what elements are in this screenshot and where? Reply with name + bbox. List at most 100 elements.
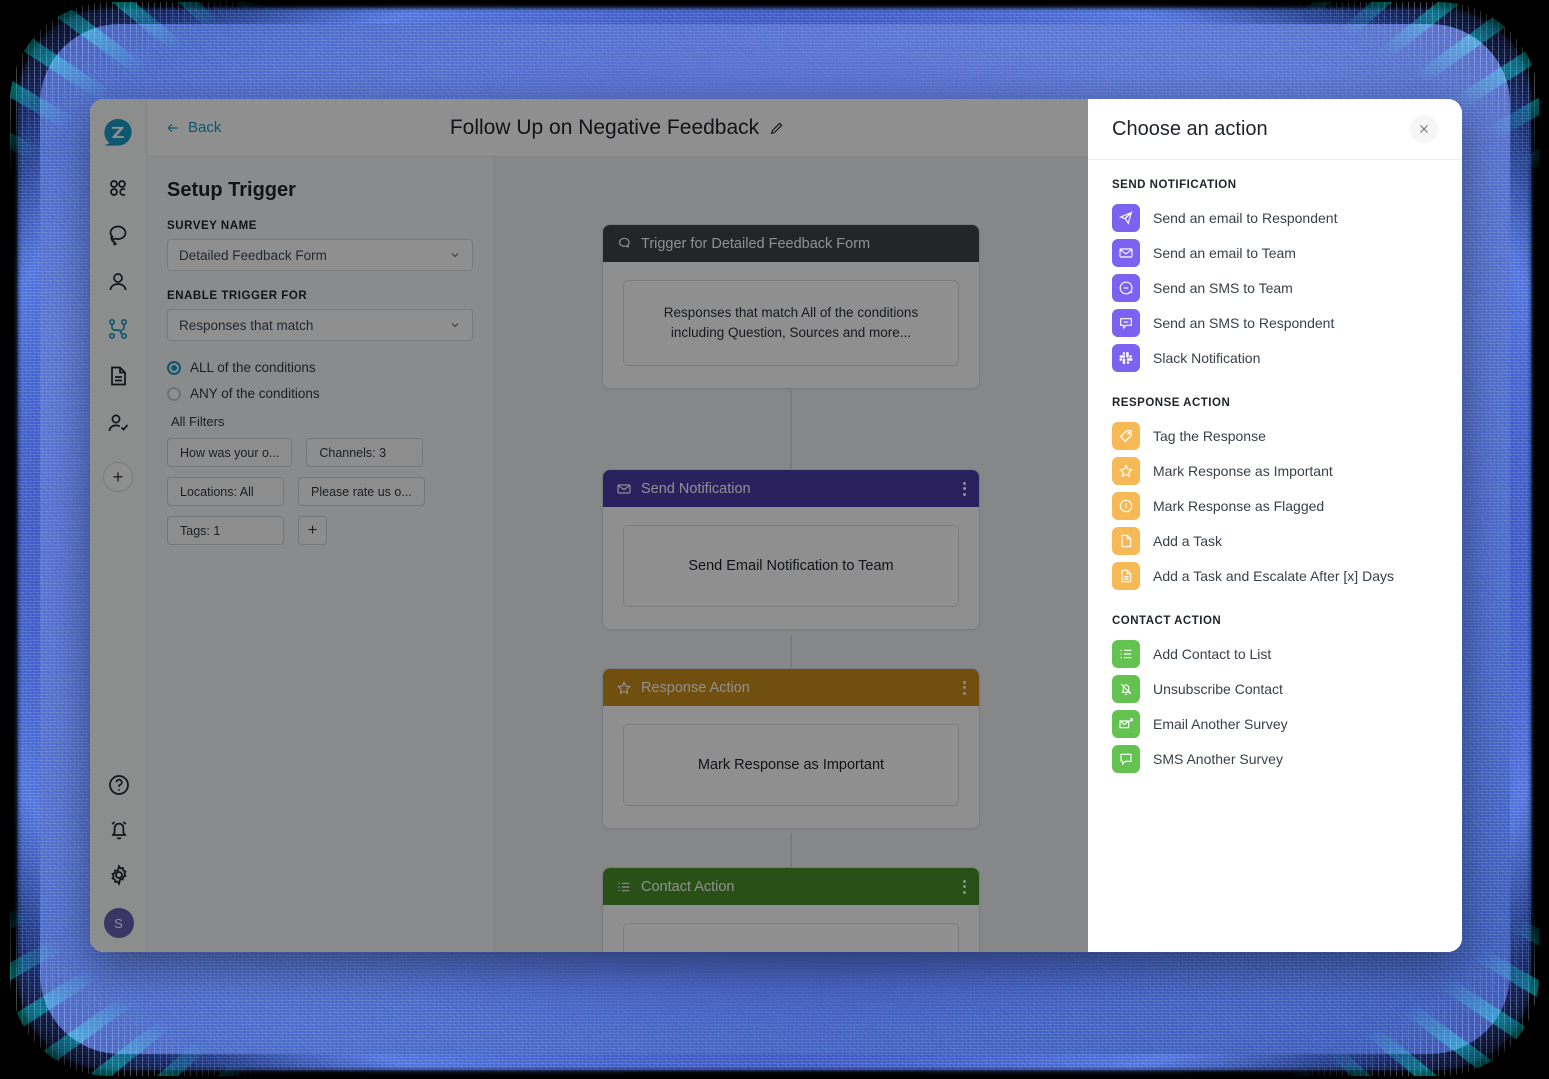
filter-chip[interactable]: Tags: 1 [167, 516, 284, 545]
star-icon [1112, 456, 1140, 485]
connector-line [790, 390, 792, 472]
trigger-node-description[interactable]: Responses that match All of the conditio… [623, 280, 959, 366]
action-item-sms-another-survey[interactable]: SMS Another Survey [1112, 741, 1438, 776]
body-row: Setup Trigger SURVEY NAME Detailed Feedb… [147, 157, 1088, 952]
enable-trigger-value: Responses that match [179, 317, 314, 333]
trigger-node-title: Trigger for Detailed Feedback Form [641, 235, 871, 252]
sidebar-item-user-check[interactable] [106, 411, 130, 435]
sidebar-item-apps-grid[interactable] [106, 176, 130, 200]
survey-name-select[interactable]: Detailed Feedback Form [167, 239, 473, 271]
paper-plane-icon [1112, 203, 1140, 232]
response-action-node[interactable]: Response Action Mark Response as Importa… [602, 668, 980, 829]
response-action-node-value[interactable]: Mark Response as Important [623, 724, 959, 806]
workflow-canvas[interactable]: Trigger for Detailed Feedback Form Respo… [494, 157, 1088, 952]
arrow-left-icon [167, 123, 178, 132]
action-item-add-a-task[interactable]: Add a Task [1112, 523, 1438, 558]
action-label: Send an SMS to Respondent [1153, 314, 1335, 331]
filter-chip[interactable]: How was your o... [167, 438, 293, 467]
node-menu-kebab-icon[interactable] [963, 481, 966, 496]
filter-chip[interactable]: Locations: All [167, 477, 284, 506]
action-label: Send an email to Team [1153, 244, 1296, 261]
radio-all-label: ALL of the conditions [190, 360, 316, 375]
contact-action-node[interactable]: Contact Action Add Contact to List [602, 867, 980, 952]
contact-action-node-title: Contact Action [641, 878, 735, 895]
zonka-logo-icon[interactable] [103, 118, 133, 148]
main-region: Back Follow Up on Negative Feedback Setu… [90, 99, 1088, 952]
list-icon [1112, 639, 1140, 668]
pencil-icon[interactable] [769, 120, 785, 136]
all-filters-label: All Filters [171, 414, 225, 429]
response-action-node-body: Mark Response as Important [603, 706, 979, 828]
action-item-slack-notification[interactable]: Slack Notification [1112, 340, 1438, 375]
send-notification-node-value[interactable]: Send Email Notification to Team [623, 525, 959, 607]
filter-chip[interactable]: Please rate us o... [298, 477, 425, 506]
response-action-node-title: Response Action [641, 679, 750, 696]
contact-action-node-value[interactable]: Add Contact to List [623, 923, 959, 952]
action-item-mark-response-flagged[interactable]: Mark Response as Flagged [1112, 488, 1438, 523]
action-item-email-another-survey[interactable]: Email Another Survey [1112, 706, 1438, 741]
action-label: Unsubscribe Contact [1153, 680, 1283, 697]
app-window: + S Back Follow Up on Negative Feedback … [90, 99, 1462, 952]
action-label: Send an email to Respondent [1153, 209, 1338, 226]
add-filter-button[interactable]: + [298, 516, 327, 545]
action-item-mark-response-important[interactable]: Mark Response as Important [1112, 453, 1438, 488]
rail-nav-items [106, 176, 130, 435]
node-menu-kebab-icon[interactable] [963, 680, 966, 695]
rail-bottom-items: S [90, 773, 147, 938]
group-title: SEND NOTIFICATION [1112, 179, 1237, 191]
notifications-bell-icon[interactable] [107, 818, 131, 842]
filter-chip[interactable]: Channels: 3 [306, 438, 424, 467]
help-question-icon[interactable] [107, 773, 131, 797]
action-item-send-email-respondent[interactable]: Send an email to Respondent [1112, 200, 1438, 235]
chevron-down-icon [451, 323, 459, 328]
settings-gear-icon[interactable] [107, 863, 131, 887]
send-notification-node-body: Send Email Notification to Team [603, 507, 979, 629]
sidebar-item-reports-document[interactable] [106, 364, 130, 388]
trigger-node[interactable]: Trigger for Detailed Feedback Form Respo… [602, 224, 980, 389]
action-item-send-sms-team[interactable]: Send an SMS to Team [1112, 270, 1438, 305]
contact-action-node-header: Contact Action [603, 868, 979, 905]
close-icon[interactable] [1410, 115, 1438, 143]
group-title: RESPONSE ACTION [1112, 397, 1231, 409]
sidebar-item-contacts[interactable] [106, 270, 130, 294]
screenshot-root: + S Back Follow Up on Negative Feedback … [0, 0, 1549, 1079]
setup-trigger-panel: Setup Trigger SURVEY NAME Detailed Feedb… [147, 157, 494, 952]
action-label: Email Another Survey [1153, 715, 1288, 732]
action-label: SMS Another Survey [1153, 750, 1283, 767]
tag-icon [1112, 421, 1140, 450]
bell-off-icon [1112, 674, 1140, 703]
send-notification-node-header: Send Notification [603, 470, 979, 507]
action-item-tag-the-response[interactable]: Tag the Response [1112, 418, 1438, 453]
enable-trigger-label: ENABLE TRIGGER FOR [167, 290, 308, 302]
chat-bubble-icon [1112, 744, 1140, 773]
back-label: Back [188, 119, 222, 136]
action-item-add-contact-to-list[interactable]: Add Contact to List [1112, 636, 1438, 671]
action-group-response-action: RESPONSE ACTION Tag the Response Mark Re… [1112, 397, 1438, 593]
document-lines-icon [1112, 561, 1140, 590]
add-new-button[interactable]: + [103, 462, 133, 492]
envelope-icon [1112, 238, 1140, 267]
envelope-arrow-icon [1112, 709, 1140, 738]
enable-trigger-select[interactable]: Responses that match [167, 309, 473, 341]
sidebar-item-feedback-chat[interactable] [106, 223, 130, 247]
trigger-node-body: Responses that match All of the conditio… [603, 262, 979, 388]
drawer-body: SEND NOTIFICATION Send an email to Respo… [1088, 160, 1462, 796]
sidebar-item-workflow[interactable] [106, 317, 130, 341]
radio-any-conditions[interactable]: ANY of the conditions [167, 386, 473, 401]
chevron-down-icon [451, 253, 459, 258]
node-menu-kebab-icon[interactable] [963, 879, 966, 894]
slack-icon [1112, 343, 1140, 372]
document-icon [1112, 526, 1140, 555]
action-item-send-sms-respondent[interactable]: Send an SMS to Respondent [1112, 305, 1438, 340]
sms-circle-icon [1112, 273, 1140, 302]
radio-all-conditions[interactable]: ALL of the conditions [167, 360, 473, 375]
action-item-send-email-team[interactable]: Send an email to Team [1112, 235, 1438, 270]
workflow-title-wrap: Follow Up on Negative Feedback [147, 116, 1088, 140]
action-item-add-task-escalate[interactable]: Add a Task and Escalate After [x] Days [1112, 558, 1438, 593]
send-notification-node[interactable]: Send Notification Send Email Notificatio… [602, 469, 980, 630]
back-button[interactable]: Back [165, 119, 221, 136]
action-label: Add Contact to List [1153, 645, 1272, 662]
action-item-unsubscribe-contact[interactable]: Unsubscribe Contact [1112, 671, 1438, 706]
drawer-title: Choose an action [1112, 117, 1268, 140]
avatar[interactable]: S [103, 908, 134, 938]
